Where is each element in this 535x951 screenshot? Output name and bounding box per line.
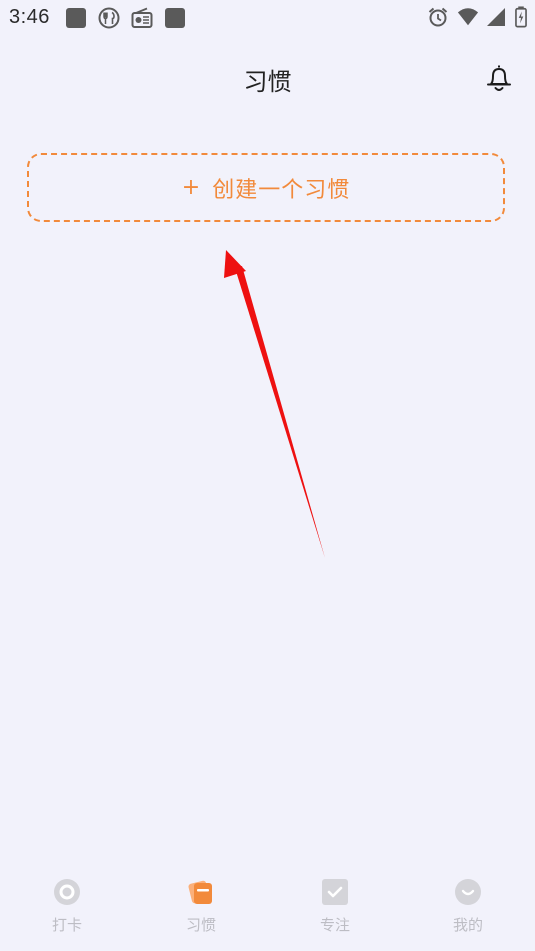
plus-icon: + — [181, 175, 201, 200]
status-time: 3:46 — [9, 6, 50, 28]
wifi-icon — [457, 8, 479, 26]
tab-label: 打卡 — [51, 916, 82, 934]
square-notification-icon — [66, 8, 86, 28]
tab-checkin[interactable]: 打卡 — [0, 866, 134, 951]
radio-icon — [131, 7, 153, 28]
tab-label: 我的 — [452, 916, 483, 934]
bell-icon[interactable] — [484, 62, 514, 94]
annotation-arrow — [224, 250, 325, 558]
battery-icon — [515, 6, 527, 28]
tab-label: 专注 — [319, 916, 350, 934]
create-habit-label: 创建一个习惯 — [212, 177, 351, 203]
tab-label: 习惯 — [185, 916, 216, 934]
habit-cards-icon — [188, 880, 212, 904]
square-notification-icon — [165, 8, 185, 28]
profile-smile-icon — [455, 879, 481, 905]
signal-icon — [487, 8, 505, 26]
bottom-tab-bar: 打卡 习惯 专注 我的 — [0, 866, 535, 951]
tab-focus[interactable]: 专注 — [268, 866, 402, 951]
checkin-circle-icon — [54, 879, 80, 905]
create-habit-button[interactable]: + 创建一个习惯 — [27, 153, 505, 222]
status-bar: 3:46 — [0, 0, 535, 36]
focus-check-icon — [322, 879, 348, 905]
alarm-icon — [428, 7, 448, 27]
tab-profile[interactable]: 我的 — [401, 866, 535, 951]
page-title: 习惯 — [243, 68, 292, 96]
tab-habit[interactable]: 习惯 — [134, 866, 268, 951]
restaurant-icon — [98, 7, 120, 29]
